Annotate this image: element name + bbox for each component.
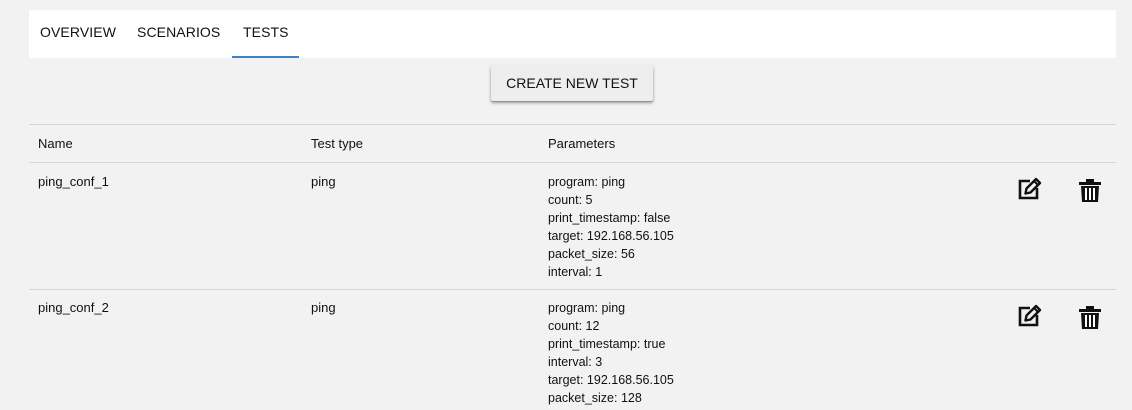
param-line: count: 5 [548, 193, 593, 207]
param-line: interval: 1 [548, 265, 603, 279]
test-type: ping [311, 174, 336, 189]
header-divider [29, 162, 1116, 163]
test-parameters: program: ping count: 12 print_timestamp:… [548, 299, 674, 407]
edit-button[interactable] [1016, 173, 1044, 203]
param-line: print_timestamp: true [548, 337, 666, 351]
trash-icon [1079, 306, 1101, 329]
test-name: ping_conf_2 [38, 300, 109, 315]
param-line: target: 192.168.56.105 [548, 229, 674, 243]
param-line: print_timestamp: false [548, 211, 671, 225]
edit-icon [1018, 177, 1042, 200]
test-parameters: program: ping count: 5 print_timestamp: … [548, 173, 674, 281]
edit-icon [1018, 304, 1042, 327]
param-line: program: ping [548, 301, 626, 315]
param-line: program: ping [548, 175, 626, 189]
header-name: Name [38, 136, 73, 151]
tab-scenarios[interactable]: SCENARIOS [137, 10, 220, 58]
delete-button[interactable] [1077, 304, 1105, 334]
create-new-test-button[interactable]: CREATE NEW TEST [491, 65, 653, 101]
tab-overview[interactable]: OVERVIEW [40, 10, 116, 58]
param-line: count: 12 [548, 319, 600, 333]
header-parameters: Parameters [548, 136, 616, 151]
param-line: packet_size: 56 [548, 247, 635, 261]
tab-tests[interactable]: TESTS [243, 10, 289, 58]
param-line: target: 192.168.56.105 [548, 373, 674, 387]
table-top-divider [29, 124, 1116, 125]
active-tab-indicator [232, 56, 299, 58]
param-line: interval: 3 [548, 355, 603, 369]
tab-bar: OVERVIEW SCENARIOS TESTS [29, 10, 1116, 58]
test-type: ping [311, 300, 336, 315]
header-test-type: Test type [311, 136, 364, 151]
trash-icon [1079, 179, 1101, 202]
edit-button[interactable] [1016, 300, 1044, 330]
delete-button[interactable] [1077, 177, 1105, 207]
param-line: packet_size: 128 [548, 391, 642, 405]
row-divider [29, 289, 1116, 290]
test-name: ping_conf_1 [38, 174, 109, 189]
